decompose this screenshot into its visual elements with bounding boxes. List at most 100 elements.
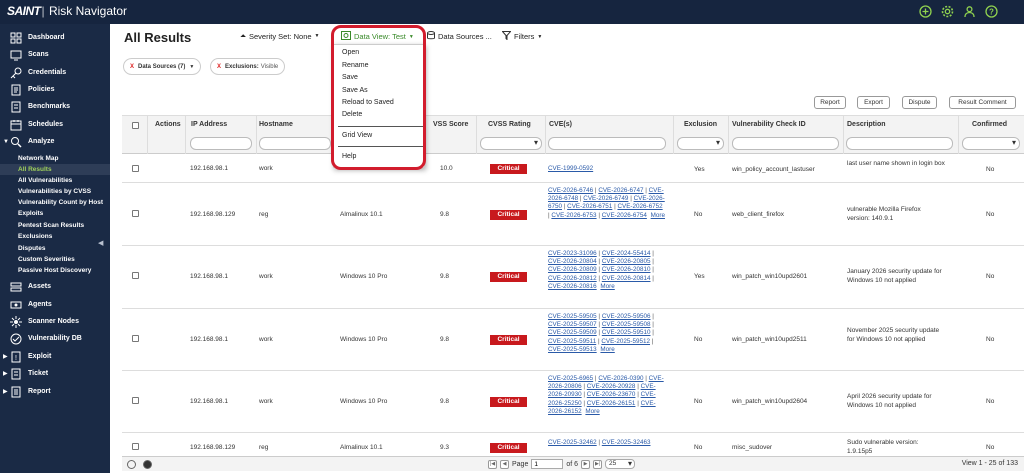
sidebar-item-exploit[interactable]: ▶ ! Exploit: [0, 348, 110, 365]
cve-link[interactable]: CVE-2025-59511: [548, 338, 596, 345]
sidebar-sub-passive-host-discovery[interactable]: Passive Host Discovery: [0, 265, 110, 276]
cve-link[interactable]: CVE-2025-32463: [602, 439, 651, 446]
sidebar-item-assets[interactable]: Assets: [0, 278, 110, 295]
select-all-checkbox[interactable]: [132, 122, 139, 129]
sidebar-item-benchmarks[interactable]: Benchmarks: [0, 98, 110, 115]
row-checkbox[interactable]: [132, 165, 139, 172]
cve-link[interactable]: CVE-2026-6752: [617, 203, 662, 210]
data-sources-button[interactable]: Data Sources ...: [427, 31, 492, 42]
cve-link[interactable]: CVE-2025-32462: [548, 439, 597, 446]
chip-data-sources[interactable]: X Data Sources (7) ▼: [123, 58, 202, 75]
more-link[interactable]: More: [600, 346, 614, 353]
col-cvss-score[interactable]: VSS Score: [433, 121, 468, 128]
cve-link[interactable]: CVE-2025-59513: [548, 346, 597, 353]
row-checkbox[interactable]: [132, 210, 139, 217]
settings-icon[interactable]: [143, 460, 152, 469]
more-link[interactable]: More: [600, 283, 614, 290]
cve-link[interactable]: CVE-2026-20804: [548, 258, 597, 265]
plus-icon[interactable]: [919, 5, 932, 18]
sidebar-item-dashboard[interactable]: Dashboard: [0, 29, 110, 46]
first-page-button[interactable]: |◀: [488, 459, 497, 469]
sidebar-sub-disputes[interactable]: Disputes: [0, 243, 110, 254]
sidebar-sub-custom-severities[interactable]: Custom Severities: [0, 254, 110, 265]
col-hostname[interactable]: Hostname: [259, 121, 293, 128]
sidebar-item-analyze[interactable]: ▼ Analyze: [0, 133, 110, 150]
table-row[interactable]: 192.168.98.129 reg Almalinux 10.1 9.8 Cr…: [122, 183, 1024, 246]
cve-link[interactable]: CVE-1999-0592: [548, 165, 593, 172]
cve-link[interactable]: CVE-2026-6751: [567, 203, 612, 210]
cve-link[interactable]: CVE-2025-59509: [548, 329, 597, 336]
collapse-sidebar-icon[interactable]: ◀: [98, 239, 103, 247]
check-id-filter-input[interactable]: [732, 137, 839, 150]
user-icon[interactable]: [963, 5, 976, 18]
next-page-button[interactable]: ▶: [581, 459, 591, 469]
cve-link[interactable]: CVE-2026-20810: [602, 266, 651, 273]
cve-link[interactable]: CVE-2025-59508: [602, 321, 651, 328]
sidebar-sub-exploits[interactable]: Exploits: [0, 208, 110, 219]
severity-set-dropdown[interactable]: ⏶ Severity Set: None ▼: [240, 31, 319, 41]
sidebar-item-credentials[interactable]: Credentials: [0, 64, 110, 81]
cve-link[interactable]: CVE-2026-6754: [602, 212, 647, 219]
remove-chip-icon[interactable]: X: [217, 64, 221, 70]
export-button[interactable]: Export: [857, 96, 890, 109]
sidebar-sub-vuln-count-by-host[interactable]: Vulnerability Count by Host: [0, 197, 110, 208]
col-cves[interactable]: CVE(s): [549, 121, 572, 128]
confirmed-filter-select[interactable]: [962, 137, 1020, 150]
col-actions[interactable]: Actions: [155, 121, 181, 128]
col-cvss-rating[interactable]: CVSS Rating: [488, 121, 531, 128]
col-description[interactable]: Description: [847, 121, 886, 128]
cve-link[interactable]: CVE-2026-6753: [551, 212, 596, 219]
remove-chip-icon[interactable]: X: [130, 64, 134, 70]
exclusion-filter-select[interactable]: [677, 137, 724, 150]
sidebar-sub-exclusions[interactable]: Exclusions: [0, 231, 110, 242]
row-checkbox[interactable]: [132, 443, 139, 450]
sidebar-item-ticket[interactable]: ▶ Ticket: [0, 365, 110, 382]
gear-icon[interactable]: [941, 5, 954, 18]
dispute-button[interactable]: Dispute: [902, 96, 937, 109]
cve-link[interactable]: CVE-2026-20805: [602, 258, 651, 265]
last-page-button[interactable]: ▶|: [593, 459, 603, 469]
table-row[interactable]: 192.168.98.1 work Windows 10 Pro 9.8 Cri…: [122, 246, 1024, 309]
cve-link[interactable]: CVE-2026-6746: [548, 187, 593, 194]
cve-link[interactable]: CVE-2025-59505: [548, 313, 597, 320]
cve-link[interactable]: CVE-2026-20812: [548, 275, 597, 282]
row-checkbox[interactable]: [132, 397, 139, 404]
sidebar-item-policies[interactable]: Policies: [0, 81, 110, 98]
cve-link[interactable]: CVE-2026-20816: [548, 283, 597, 290]
hostname-filter-input[interactable]: [259, 137, 331, 150]
chip-exclusions[interactable]: X Exclusions: Visible: [210, 58, 286, 75]
cve-link[interactable]: CVE-2025-6965: [548, 375, 593, 382]
table-row[interactable]: 192.168.98.1 work Windows 10 Pro 9.8 Cri…: [122, 371, 1024, 433]
cve-link[interactable]: CVE-2026-26151: [587, 400, 636, 407]
page-number-input[interactable]: [531, 459, 564, 469]
sidebar-item-scans[interactable]: Scans: [0, 46, 110, 63]
description-filter-input[interactable]: [846, 137, 953, 150]
sidebar-item-scanner-nodes[interactable]: Scanner Nodes: [0, 313, 110, 330]
cve-link[interactable]: CVE-2026-20809: [548, 266, 597, 273]
table-row[interactable]: 192.168.98.129 reg Almalinux 10.1 9.3 Cr…: [122, 433, 1024, 457]
table-row[interactable]: 192.168.98.1 work 10.0 Critical CVE-1999…: [122, 155, 1024, 183]
cve-link[interactable]: CVE-2026-20814: [602, 275, 651, 282]
ip-filter-input[interactable]: [190, 137, 252, 150]
sidebar-sub-all-vulnerabilities[interactable]: All Vulnerabilities: [0, 175, 110, 186]
prev-page-button[interactable]: ◀: [500, 459, 509, 469]
sidebar-sub-vulns-by-cvss[interactable]: Vulnerabilities by CVSS: [0, 186, 110, 197]
cvss-rating-filter-select[interactable]: [480, 137, 542, 150]
cve-link[interactable]: CVE-2026-6749: [583, 195, 628, 202]
report-button[interactable]: Report: [814, 96, 846, 109]
col-exclusion[interactable]: Exclusion: [684, 121, 717, 128]
cve-link[interactable]: CVE-2025-59507: [548, 321, 597, 328]
cve-link[interactable]: CVE-2025-59512: [601, 338, 650, 345]
cve-link[interactable]: CVE-2025-59510: [602, 329, 651, 336]
sidebar-item-vulnerability-db[interactable]: Vulnerability DB: [0, 330, 110, 347]
page-size-select[interactable]: 25: [605, 459, 636, 469]
sidebar-sub-all-results[interactable]: All Results: [0, 164, 110, 175]
cve-link[interactable]: CVE-2026-0390: [598, 375, 643, 382]
col-vuln-check-id[interactable]: Vulnerability Check ID: [732, 121, 806, 128]
refresh-icon[interactable]: [127, 460, 136, 469]
table-row[interactable]: 192.168.98.1 work Windows 10 Pro 9.8 Cri…: [122, 309, 1024, 371]
cve-link[interactable]: CVE-2026-20928: [587, 383, 636, 390]
help-icon[interactable]: ?: [985, 5, 998, 18]
result-comment-button[interactable]: Result Comment: [949, 96, 1016, 109]
cve-link[interactable]: CVE-2024-55414: [602, 250, 651, 257]
